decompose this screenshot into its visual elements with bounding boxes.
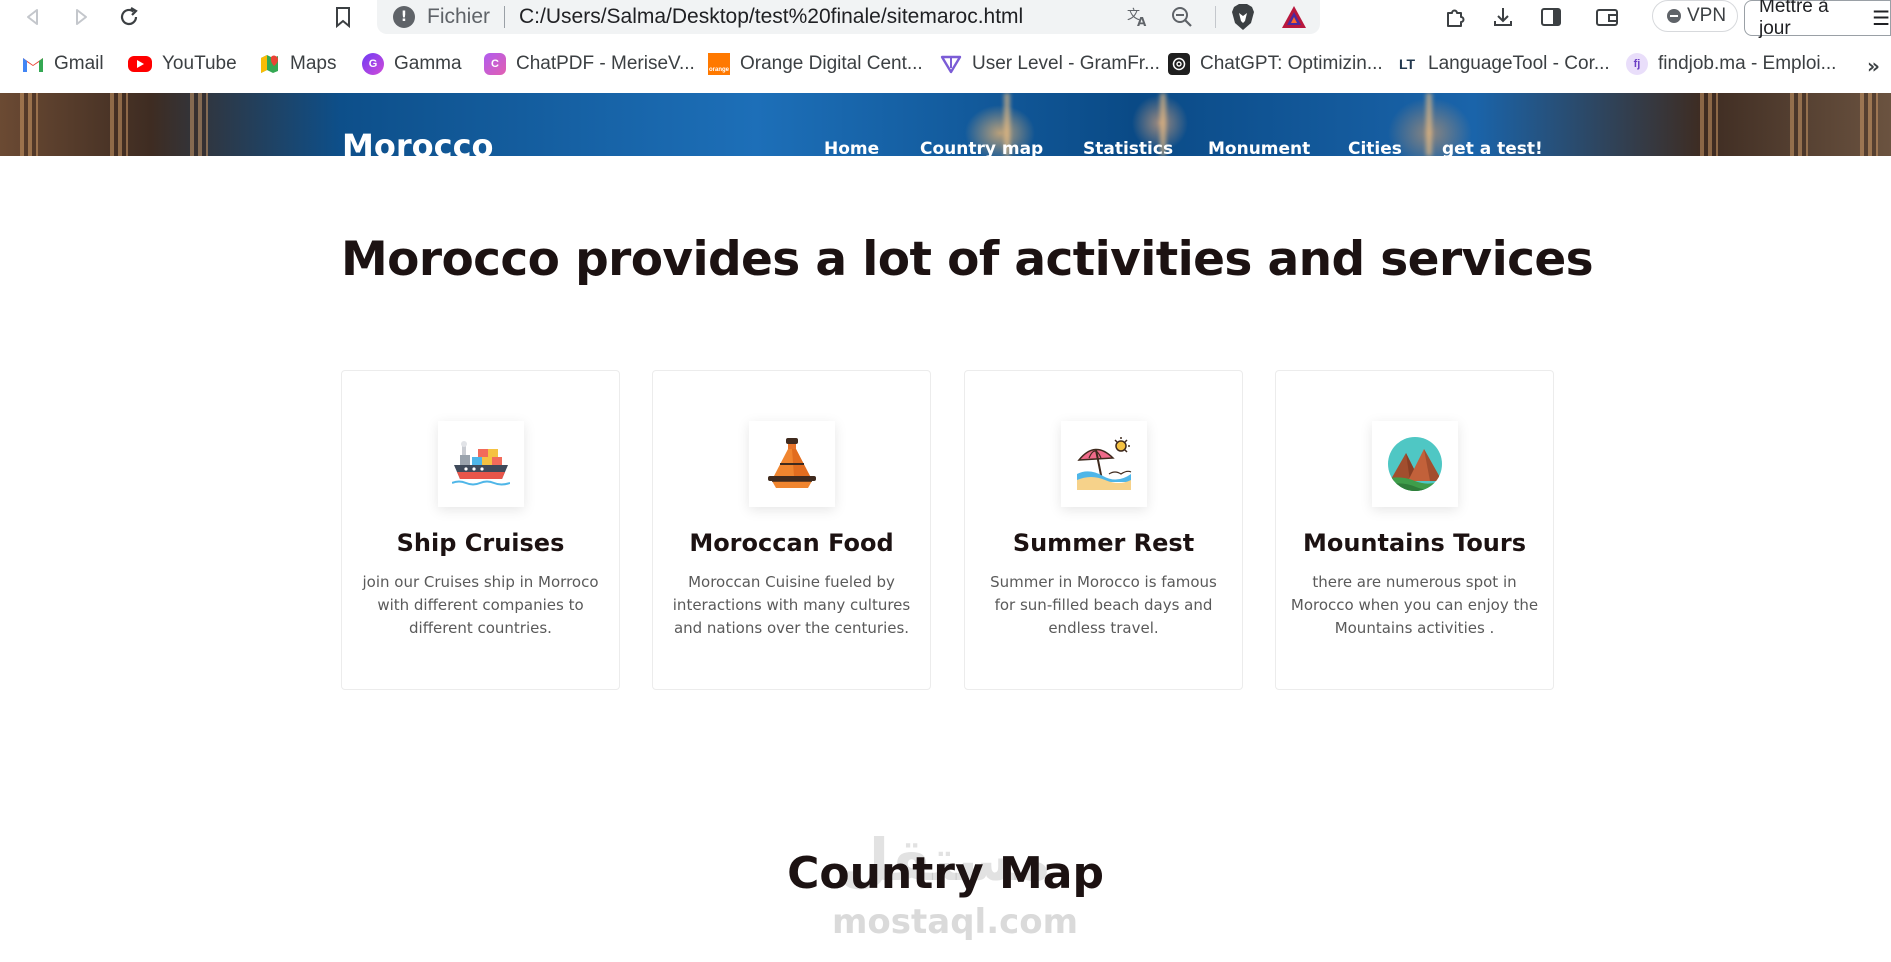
mountains-icon (1372, 421, 1458, 507)
hero-decor (1790, 93, 1808, 156)
bookmark-label: ChatPDF - MeriseV... (516, 53, 695, 74)
maps-icon (258, 53, 280, 75)
bookmark-label: Gamma (394, 53, 462, 74)
address-divider (504, 6, 506, 28)
address-url[interactable]: C:/Users/Salma/Desktop/test%20finale/sit… (519, 5, 1023, 29)
back-icon[interactable] (18, 2, 48, 32)
forward-icon[interactable] (66, 2, 96, 32)
ship-icon (438, 421, 524, 507)
hero-banner: Morocco Home Country map Statistics Monu… (0, 93, 1891, 156)
bookmark-languagetool[interactable]: LT LanguageTool - Cor... (1396, 50, 1610, 78)
site-brand[interactable]: Morocco (342, 127, 494, 156)
vpn-button[interactable]: VPN (1652, 0, 1738, 32)
services-title: Morocco provides a lot of activities and… (341, 232, 1594, 287)
hero-decor (1860, 93, 1878, 156)
vpn-status-icon (1667, 9, 1681, 23)
beach-umbrella-icon (1061, 421, 1147, 507)
orange-icon: orange (708, 53, 730, 75)
bookmark-label: LanguageTool - Cor... (1428, 53, 1610, 74)
card-title: Summer Rest (1012, 529, 1195, 557)
address-divider-right (1215, 6, 1216, 28)
chatpdf-icon: C (484, 53, 506, 75)
wallet-icon[interactable] (1592, 2, 1622, 32)
bookmark-chatgpt[interactable]: ChatGPT: Optimizin... (1168, 50, 1383, 78)
zoom-out-icon[interactable] (1169, 4, 1195, 30)
card-description: Summer in Morocco is famous for sun-fill… (990, 573, 1217, 637)
bookmark-gramfree[interactable]: User Level - GramFr... (940, 50, 1160, 78)
bookmark-label: Maps (290, 53, 337, 74)
svg-text:A: A (1137, 15, 1147, 28)
sidebar-toggle-icon[interactable] (1536, 2, 1566, 32)
bookmark-label: Orange Digital Cent... (740, 53, 923, 74)
gamma-icon: G (362, 53, 384, 75)
brave-rewards-icon[interactable] (1280, 4, 1308, 30)
bookmark-maps[interactable]: Maps (258, 50, 336, 78)
bookmark-orange[interactable]: orange Orange Digital Cent... (708, 50, 923, 78)
service-card-mountains-tours[interactable]: Mountains Tours there are numerous spot … (1275, 370, 1554, 690)
bookmark-youtube[interactable]: YouTube (128, 50, 237, 78)
reload-icon[interactable] (114, 2, 144, 32)
languagetool-icon: LT (1398, 56, 1416, 72)
site-info-icon[interactable]: ! (393, 6, 415, 28)
bookmark-chatpdf[interactable]: C ChatPDF - MeriseV... (484, 50, 695, 78)
hero-decor (1426, 93, 1432, 156)
translate-icon[interactable]: 文A (1125, 4, 1151, 30)
update-button[interactable]: Mettre à jour ☰ (1744, 0, 1891, 39)
youtube-icon (128, 56, 152, 72)
bookmark-label: User Level - GramFr... (972, 53, 1160, 74)
card-title: Mountains Tours (1302, 529, 1527, 557)
card-description: Moroccan Cuisine fueled by interactions … (672, 573, 911, 637)
nav-country-map[interactable]: Country map (920, 139, 1043, 156)
chatgpt-icon (1168, 53, 1190, 75)
browser-toolbar: ! Fichier C:/Users/Salma/Desktop/test%20… (0, 0, 1891, 39)
downloads-icon[interactable] (1488, 2, 1518, 32)
hero-decor (190, 93, 208, 156)
service-card-moroccan-food[interactable]: Moroccan Food Moroccan Cuisine fueled by… (652, 370, 931, 690)
bookmarks-bar: Gmail YouTube Maps G Gamma C ChatPDF - M… (0, 42, 1891, 86)
tajine-icon (749, 421, 835, 507)
vpn-label: VPN (1687, 5, 1727, 26)
card-title: Ship Cruises (396, 529, 565, 557)
bookmark-gamma[interactable]: G Gamma (362, 50, 462, 78)
card-description: join our Cruises ship in Morroco with di… (362, 573, 599, 637)
menu-icon[interactable]: ☰ (1872, 6, 1890, 31)
gramfree-icon (940, 53, 962, 75)
findjob-icon: fj (1626, 53, 1648, 75)
card-description: there are numerous spot in Morocco when … (1290, 573, 1539, 637)
bookmark-findjob[interactable]: fj findjob.ma - Emploi... (1626, 50, 1836, 78)
address-bar[interactable]: ! Fichier C:/Users/Salma/Desktop/test%20… (377, 0, 1320, 34)
update-label: Mettre à jour (1759, 0, 1829, 39)
card-title: Moroccan Food (689, 529, 894, 557)
extensions-icon[interactable] (1440, 2, 1470, 32)
bookmark-label: findjob.ma - Emploi... (1658, 53, 1837, 74)
nav-cities[interactable]: Cities (1348, 139, 1402, 156)
bookmark-gmail[interactable]: Gmail (22, 50, 104, 78)
hero-decor (110, 93, 128, 156)
nav-statistics[interactable]: Statistics (1083, 139, 1173, 156)
brave-shields-icon[interactable] (1230, 3, 1256, 31)
nav-get-a-test[interactable]: get a test! (1442, 139, 1543, 156)
bookmark-label: ChatGPT: Optimizin... (1200, 53, 1383, 74)
watermark-latin: mostaql.com (832, 902, 1079, 942)
hero-decor (1700, 93, 1718, 156)
gmail-icon (22, 53, 44, 75)
service-card-summer-rest[interactable]: Summer Rest Summer in Morocco is famous … (964, 370, 1243, 690)
country-map-title: Country Map (787, 848, 1104, 899)
hero-decor (20, 93, 38, 156)
bookmark-page-icon[interactable] (328, 2, 358, 32)
service-card-ship-cruises[interactable]: Ship Cruises join our Cruises ship in Mo… (341, 370, 620, 690)
nav-home[interactable]: Home (824, 139, 879, 156)
nav-monument[interactable]: Monument (1208, 139, 1310, 156)
bookmark-label: Gmail (54, 53, 104, 74)
bookmarks-overflow-icon[interactable]: » (1867, 54, 1891, 78)
bookmark-label: YouTube (162, 53, 237, 74)
address-scheme: Fichier (427, 5, 491, 28)
